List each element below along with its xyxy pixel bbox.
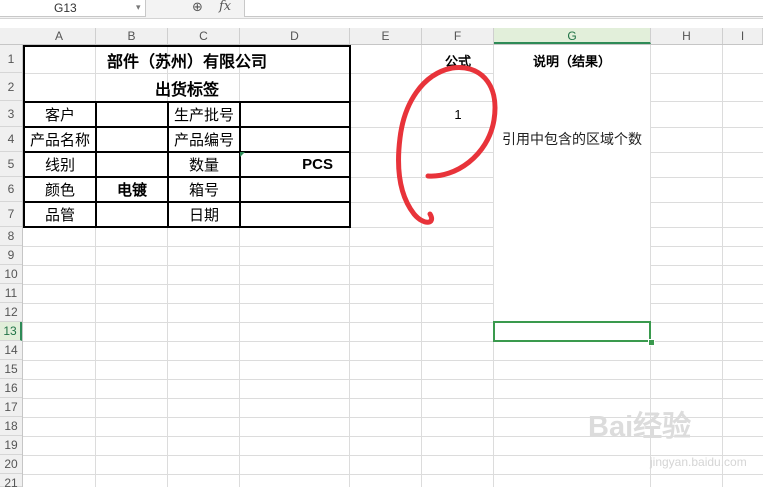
row-header-12[interactable]: 12 bbox=[0, 303, 22, 322]
fx-icon[interactable]: fx bbox=[219, 0, 231, 14]
row-header-16[interactable]: 16 bbox=[0, 379, 22, 398]
date-label: 日期 bbox=[188, 207, 219, 224]
row-headers: 1 2 3 4 5 6 7 8 9 10 11 12 13 14 15 16 1… bbox=[0, 45, 23, 490]
row-header-21[interactable]: 21 bbox=[0, 474, 22, 490]
selected-cell-g13[interactable] bbox=[493, 321, 651, 342]
cell-comment-indicator bbox=[240, 152, 245, 157]
row-header-19[interactable]: 19 bbox=[0, 436, 22, 455]
qc-label: 品管 bbox=[44, 207, 75, 224]
row-header-7[interactable]: 7 bbox=[0, 202, 22, 227]
batch-label: 生产批号 bbox=[173, 107, 234, 124]
row-header-14[interactable]: 14 bbox=[0, 341, 22, 360]
company-title: 部件（苏州）有限公司 bbox=[106, 54, 267, 71]
unit-value: PCS bbox=[302, 156, 333, 173]
watermark: Bai经验 jingyan.baidu.com bbox=[588, 403, 747, 473]
column-header-a[interactable]: A bbox=[23, 28, 96, 44]
formula-input[interactable] bbox=[244, 0, 763, 17]
row-header-6[interactable]: 6 bbox=[0, 177, 22, 202]
row-header-2[interactable]: 2 bbox=[0, 73, 22, 101]
zoom-icon[interactable]: ⊕ bbox=[192, 0, 203, 15]
customer-label: 客户 bbox=[44, 107, 75, 124]
chevron-down-icon[interactable]: ▾ bbox=[136, 2, 141, 13]
row-header-10[interactable]: 10 bbox=[0, 265, 22, 284]
column-header-d[interactable]: D bbox=[240, 28, 350, 44]
row-header-20[interactable]: 20 bbox=[0, 455, 22, 474]
column-header-f[interactable]: F bbox=[422, 28, 494, 44]
column-header-g[interactable]: G bbox=[494, 28, 651, 44]
column-header-b[interactable]: B bbox=[96, 28, 168, 44]
row-header-13[interactable]: 13 bbox=[0, 322, 22, 341]
column-g-fill bbox=[494, 45, 650, 341]
row-header-4[interactable]: 4 bbox=[0, 127, 22, 152]
quantity-label: 数量 bbox=[188, 157, 219, 174]
watermark-brand: Bai经验 bbox=[588, 411, 692, 443]
formula-bar: G13 ▾ ⊕ fx bbox=[0, 0, 763, 19]
column-header-i[interactable]: I bbox=[723, 28, 763, 44]
row-header-5[interactable]: 5 bbox=[0, 152, 22, 177]
product-name-label: 产品名称 bbox=[29, 132, 90, 149]
column-header-h[interactable]: H bbox=[651, 28, 723, 44]
watermark-url: jingyan.baidu.com bbox=[650, 455, 747, 469]
formula-result[interactable]: 1 bbox=[422, 102, 494, 126]
column-header-c[interactable]: C bbox=[168, 28, 240, 44]
row-header-18[interactable]: 18 bbox=[0, 417, 22, 436]
name-box[interactable]: G13 ▾ bbox=[0, 0, 146, 17]
product-code-label: 产品编号 bbox=[173, 132, 234, 149]
column-header-e[interactable]: E bbox=[350, 28, 422, 44]
description-text: 引用中包含的区域个数 bbox=[502, 131, 642, 147]
fill-handle[interactable] bbox=[648, 339, 655, 346]
wire-type-label: 线别 bbox=[44, 157, 75, 174]
box-no-label: 箱号 bbox=[188, 182, 219, 199]
row-header-11[interactable]: 11 bbox=[0, 284, 22, 303]
row-header-3[interactable]: 3 bbox=[0, 101, 22, 127]
column-headers: A B C D E F G H I bbox=[0, 28, 763, 45]
row-header-1[interactable]: 1 bbox=[0, 45, 22, 73]
description-header: 说明（结果） bbox=[532, 53, 611, 69]
formula-header: 公式 bbox=[444, 53, 471, 69]
row-header-15[interactable]: 15 bbox=[0, 360, 22, 379]
row-header-9[interactable]: 9 bbox=[0, 246, 22, 265]
row-header-8[interactable]: 8 bbox=[0, 227, 22, 246]
label-title: 出货标签 bbox=[154, 82, 219, 99]
color-value: 电镀 bbox=[116, 182, 147, 199]
color-label: 颜色 bbox=[44, 182, 75, 199]
row-header-17[interactable]: 17 bbox=[0, 398, 22, 417]
name-box-value: G13 bbox=[54, 1, 77, 15]
